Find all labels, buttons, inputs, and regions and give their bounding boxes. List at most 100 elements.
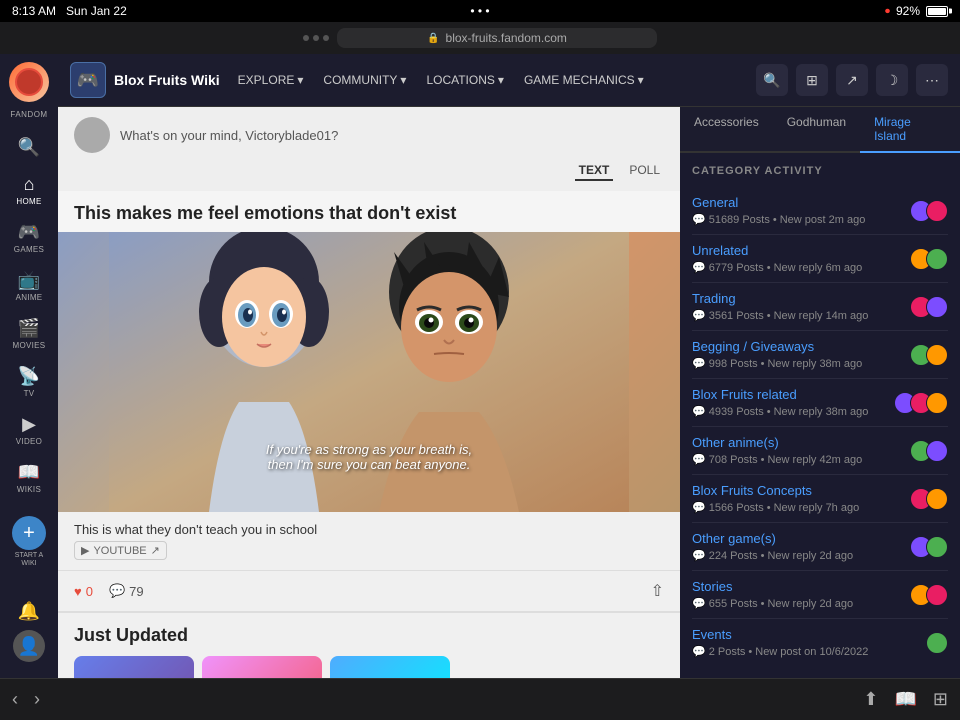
header-more-icon[interactable]: ⋯: [916, 64, 948, 96]
site-logo-area: 🎮 Blox Fruits Wiki: [70, 62, 220, 98]
category-begging[interactable]: Begging / Giveaways 💬 998 Posts • New re…: [692, 331, 948, 379]
category-avatar: [926, 536, 948, 558]
site-logo[interactable]: 🎮: [70, 62, 106, 98]
category-begging-name: Begging / Giveaways: [692, 339, 902, 354]
main-content: What's on your mind, Victoryblade01? TEX…: [58, 107, 680, 678]
movies-icon: 🎬: [18, 318, 40, 339]
tab-text[interactable]: TEXT: [575, 161, 614, 181]
tv-icon: 📡: [18, 366, 40, 387]
like-count: 0: [86, 584, 93, 599]
header-activity-icon[interactable]: ↗: [836, 64, 868, 96]
nav-game-mechanics[interactable]: GAME MECHANICS ▾: [516, 69, 652, 91]
youtube-badge[interactable]: ▶ YOUTUBE ↗: [74, 541, 167, 560]
nav-explore[interactable]: EXPLORE ▾: [230, 69, 312, 91]
chat-icon: 💬: [692, 549, 706, 562]
comment-button[interactable]: 💬 79: [109, 583, 144, 599]
category-stories-name: Stories: [692, 579, 902, 594]
header-theme-icon[interactable]: ☽: [876, 64, 908, 96]
sidebar-item-wikis[interactable]: 📖 WIKIS: [0, 456, 58, 500]
address-bar[interactable]: 🔒 blox-fruits.fandom.com: [337, 28, 657, 48]
community-dropdown-icon: ▾: [400, 73, 406, 87]
tabs-icon[interactable]: ⊞: [933, 689, 948, 710]
update-card-3[interactable]: [330, 656, 450, 678]
game-mechanics-dropdown-icon: ▾: [638, 73, 644, 87]
category-events-info: Events 💬 2 Posts • New post on 10/6/2022: [692, 627, 918, 658]
sidebar-item-tv[interactable]: 📡 TV: [0, 360, 58, 404]
compose-prompt[interactable]: What's on your mind, Victoryblade01?: [120, 128, 338, 143]
category-other-games[interactable]: Other game(s) 💬 224 Posts • New reply 2d…: [692, 523, 948, 571]
content-area: 🎮 Blox Fruits Wiki EXPLORE ▾ COMMUNITY ▾…: [58, 54, 960, 678]
tab-accessories[interactable]: Accessories: [680, 107, 773, 153]
category-unrelated[interactable]: Unrelated 💬 6779 Posts • New reply 6m ag…: [692, 235, 948, 283]
tab-poll[interactable]: POLL: [625, 161, 664, 181]
category-general[interactable]: General 💬 51689 Posts • New post 2m ago: [692, 187, 948, 235]
update-card-2[interactable]: [202, 656, 322, 678]
fandom-logo[interactable]: [9, 62, 49, 102]
category-avatar: [926, 248, 948, 270]
category-blox-concepts-name: Blox Fruits Concepts: [692, 483, 902, 498]
category-blox-concepts-info: Blox Fruits Concepts 💬 1566 Posts • New …: [692, 483, 902, 514]
category-blox-fruits-related[interactable]: Blox Fruits related 💬 4939 Posts • New r…: [692, 379, 948, 427]
user-avatar[interactable]: 👤: [13, 630, 45, 662]
chat-icon: 💬: [692, 261, 706, 274]
share-button[interactable]: ⇧: [651, 581, 664, 601]
site-title: Blox Fruits Wiki: [114, 72, 220, 88]
sidebar-item-anime[interactable]: 📺 ANIME: [0, 264, 58, 308]
tab-mirage-island[interactable]: Mirage Island: [860, 107, 960, 153]
category-other-games-avatars: [910, 536, 948, 558]
start-wiki-button[interactable]: +: [12, 516, 46, 550]
share-nav-icon[interactable]: ⬆: [863, 689, 878, 710]
sidebar-search[interactable]: 🔍: [0, 131, 58, 164]
forward-icon[interactable]: ›: [34, 689, 40, 710]
just-updated-section: Just Updated: [58, 611, 680, 678]
category-blox-concepts[interactable]: Blox Fruits Concepts 💬 1566 Posts • New …: [692, 475, 948, 523]
sidebar-item-movies[interactable]: 🎬 MOVIES: [0, 312, 58, 356]
category-events-name: Events: [692, 627, 918, 642]
fandom-logo-inner: [15, 68, 43, 96]
category-activity-title: CATEGORY ACTIVITY: [692, 165, 948, 177]
notifications-icon[interactable]: 🔔: [18, 601, 40, 622]
status-bar: 8:13 AM Sun Jan 22 • • • ⏺ 92%: [0, 0, 960, 22]
home-icon: ⌂: [24, 174, 35, 195]
category-unrelated-name: Unrelated: [692, 243, 902, 258]
nav-community[interactable]: COMMUNITY ▾: [315, 69, 414, 91]
category-other-anime-info: Other anime(s) 💬 708 Posts • New reply 4…: [692, 435, 902, 466]
sidebar-item-video[interactable]: ▶ VIDEO: [0, 408, 58, 452]
wiki-tabs: Accessories Godhuman Mirage Island: [680, 107, 960, 153]
nav-icons-right: ⬆ 📖 ⊞: [863, 689, 948, 710]
category-blox-related-name: Blox Fruits related: [692, 387, 886, 402]
like-button[interactable]: ♥ 0: [74, 584, 93, 599]
nav-locations[interactable]: LOCATIONS ▾: [418, 69, 512, 91]
category-trading-meta: 💬 3561 Posts • New reply 14m ago: [692, 309, 902, 322]
header-grid-icon[interactable]: ⊞: [796, 64, 828, 96]
anime-icon: 📺: [18, 270, 40, 291]
post-image: If you're as strong as your breath is, t…: [58, 232, 680, 512]
home-label: HOME: [16, 197, 41, 206]
header-search-icon[interactable]: 🔍: [756, 64, 788, 96]
update-card-1[interactable]: [74, 656, 194, 678]
category-stories-info: Stories 💬 655 Posts • New reply 2d ago: [692, 579, 902, 610]
tab-godhuman[interactable]: Godhuman: [773, 107, 860, 153]
chat-icon: 💬: [692, 309, 706, 322]
category-trading-name: Trading: [692, 291, 902, 306]
chat-icon: 💬: [692, 405, 706, 418]
category-stories[interactable]: Stories 💬 655 Posts • New reply 2d ago: [692, 571, 948, 619]
post-actions: ♥ 0 💬 79 ⇧: [58, 570, 680, 611]
battery-percent: 92%: [896, 4, 920, 18]
movies-label: MOVIES: [13, 341, 46, 350]
locations-dropdown-icon: ▾: [498, 73, 504, 87]
anime-label: ANIME: [16, 293, 43, 302]
compose-avatar: [74, 117, 110, 153]
category-trading[interactable]: Trading 💬 3561 Posts • New reply 14m ago: [692, 283, 948, 331]
sidebar-item-home[interactable]: ⌂ HOME: [0, 168, 58, 212]
back-icon[interactable]: ‹: [12, 689, 18, 710]
bookmarks-icon[interactable]: 📖: [894, 689, 916, 710]
category-other-anime[interactable]: Other anime(s) 💬 708 Posts • New reply 4…: [692, 427, 948, 475]
sidebar-item-games[interactable]: 🎮 GAMES: [0, 216, 58, 260]
category-stories-avatars: [910, 584, 948, 606]
category-events[interactable]: Events 💬 2 Posts • New post on 10/6/2022: [692, 619, 948, 666]
tv-label: TV: [24, 389, 35, 398]
category-general-info: General 💬 51689 Posts • New post 2m ago: [692, 195, 902, 226]
browser-nav-bar: ‹ › ⬆ 📖 ⊞: [0, 678, 960, 720]
category-other-games-info: Other game(s) 💬 224 Posts • New reply 2d…: [692, 531, 902, 562]
